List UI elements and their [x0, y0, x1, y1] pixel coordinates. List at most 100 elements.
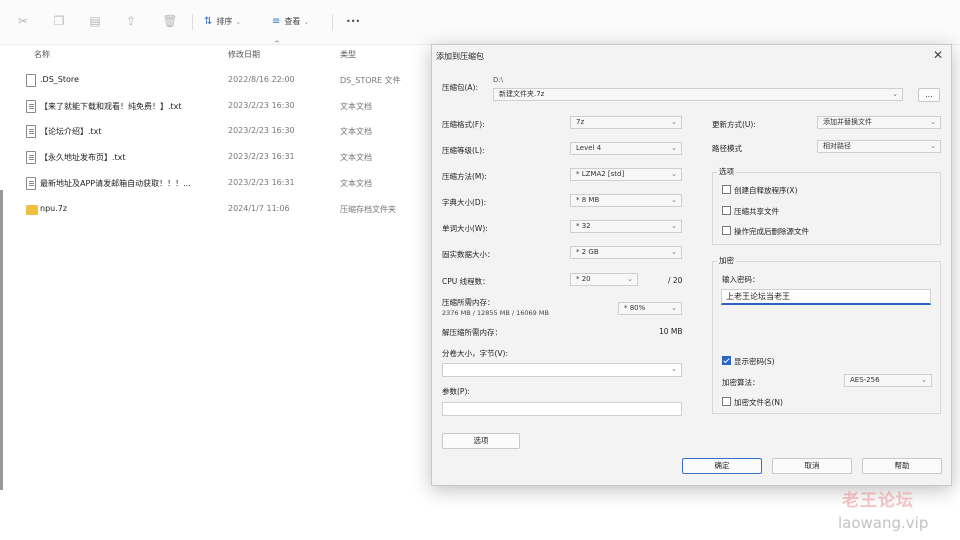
password-input[interactable]: 上老王论坛当老王 — [721, 289, 931, 305]
chevron-down-icon: ⌄ — [671, 304, 677, 312]
file-row[interactable]: 【来了就能下载和观看！纯免费！】.txt 2023/2/23 16:30 文本文档 — [0, 97, 430, 117]
enc-method-select[interactable]: AES-256 ⌄ — [844, 374, 932, 387]
more-button[interactable]: ••• — [346, 14, 360, 30]
sort-ascending-icon: ^ — [274, 40, 280, 48]
split-combo[interactable]: ⌄ — [442, 363, 682, 377]
share-icon[interactable]: ⇪ — [122, 12, 140, 30]
threads-label: CPU 线程数： — [442, 277, 490, 286]
format-select[interactable]: 7z ⌄ — [570, 116, 682, 129]
delete-icon[interactable]: 🗑 — [161, 12, 179, 30]
archive-name-value: 新建文件夹.7z — [499, 90, 545, 98]
show-password-checkbox[interactable] — [722, 356, 731, 365]
file-type: 文本文档 — [340, 153, 372, 162]
file-name: 【论坛介绍】.txt — [40, 127, 102, 136]
txt-icon — [26, 100, 36, 113]
encrypt-names-checkbox[interactable] — [722, 397, 731, 406]
view-button[interactable]: ≡ 查看 ⌄ — [272, 14, 309, 30]
cancel-button[interactable]: 取消 — [772, 458, 852, 474]
shared-checkbox[interactable] — [722, 206, 731, 215]
format-label: 压缩格式(F): — [442, 120, 485, 129]
ok-button[interactable]: 确定 — [682, 458, 762, 474]
mem-label: 压缩所需内存： — [442, 298, 495, 307]
sort-label: 排序 — [216, 17, 233, 26]
chevron-down-icon: ⌄ — [671, 118, 677, 126]
level-select[interactable]: Level 4 ⌄ — [570, 142, 682, 155]
dict-select[interactable]: * 8 MB ⌄ — [570, 194, 682, 207]
watermark-url: laowang.vip — [838, 514, 929, 532]
enc-method-label: 加密算法： — [722, 378, 760, 387]
file-name: npu.7z — [40, 204, 68, 213]
archive-name-combo[interactable]: 新建文件夹.7z ⌄ — [493, 88, 903, 101]
method-select[interactable]: * LZMA2 [std] ⌄ — [570, 168, 682, 181]
txt-icon — [26, 177, 36, 190]
pathmode-value: 相对路径 — [823, 142, 851, 150]
chevron-down-icon: ⌄ — [671, 196, 677, 204]
dict-label: 字典大小(D): — [442, 198, 487, 207]
file-date: 2022/8/16 22:00 — [228, 75, 295, 84]
file-name: 【永久地址发布页】.txt — [40, 153, 126, 162]
column-header-name[interactable]: 名称 — [34, 49, 50, 60]
toolbar-divider — [332, 14, 333, 30]
solid-label: 固实数据大小： — [442, 250, 495, 259]
solid-select[interactable]: * 2 GB ⌄ — [570, 246, 682, 259]
txt-icon — [26, 125, 36, 138]
column-header-date[interactable]: 修改日期 — [228, 49, 260, 60]
method-label: 压缩方法(M): — [442, 172, 487, 181]
file-row[interactable]: 最新地址及APP请发邮箱自动获取！！！... 2023/2/23 16:31 文本文… — [0, 174, 430, 194]
file-type: 压缩存档文件夹 — [340, 205, 396, 214]
sort-button[interactable]: ⇅ 排序 ⌄ — [204, 14, 241, 30]
copy-icon[interactable]: ❐ — [50, 12, 68, 30]
archive-label: 压缩包(A): — [442, 83, 479, 92]
word-select[interactable]: * 32 ⌄ — [570, 220, 682, 233]
chevron-down-icon: ⌄ — [671, 365, 677, 373]
delete-after-label: 操作完成后删除源文件 — [734, 227, 809, 236]
chevron-down-icon: ⌄ — [892, 90, 898, 98]
chevron-down-icon: ⌄ — [671, 170, 677, 178]
pathmode-label: 路径模式 — [712, 144, 742, 153]
file-row[interactable]: 【论坛介绍】.txt 2023/2/23 16:30 文本文档 — [0, 122, 430, 142]
encryption-group-title: 加密 — [717, 255, 736, 266]
threads-select[interactable]: * 20 ⌄ — [570, 273, 638, 286]
split-label: 分卷大小，字节(V): — [442, 349, 509, 358]
view-icon: ≡ — [272, 16, 281, 27]
file-row[interactable]: .DS_Store 2022/8/16 22:00 DS_STORE 文件 — [0, 71, 430, 91]
archive-dir: D:\ — [493, 76, 504, 84]
params-label: 参数(P): — [442, 387, 470, 396]
enc-method-value: AES-256 — [850, 376, 880, 384]
method-value: * LZMA2 [std] — [576, 170, 625, 178]
file-type: 文本文档 — [340, 127, 372, 136]
mem-percent-value: * 80% — [624, 304, 646, 312]
password-label: 输入密码： — [722, 275, 760, 284]
toolbar-divider — [192, 14, 193, 30]
watermark-logo: 老王论坛 — [842, 491, 914, 511]
file-icon — [26, 74, 36, 87]
paste-icon[interactable]: ▤ — [86, 12, 104, 30]
file-type: 文本文档 — [340, 179, 372, 188]
file-type: 文本文档 — [340, 102, 372, 111]
dict-value: * 8 MB — [576, 196, 600, 204]
update-select[interactable]: 添加并替换文件 ⌄ — [817, 116, 941, 129]
options-button[interactable]: 选项 — [442, 433, 520, 449]
delete-after-checkbox[interactable] — [722, 226, 731, 235]
pathmode-select[interactable]: 相对路径 ⌄ — [817, 140, 941, 153]
browse-button[interactable]: ... — [918, 88, 940, 102]
column-header-type[interactable]: 类型 — [340, 49, 356, 60]
params-input[interactable] — [442, 402, 682, 416]
file-row[interactable]: 【永久地址发布页】.txt 2023/2/23 16:31 文本文档 — [0, 148, 430, 168]
solid-value: * 2 GB — [576, 248, 599, 256]
show-password-label: 显示密码(S) — [734, 357, 775, 366]
chevron-down-icon: ⌄ — [235, 18, 242, 26]
help-button[interactable]: 帮助 — [862, 458, 942, 474]
explorer-toolbar: ✂ ❐ ▤ ⇪ 🗑 ⇅ 排序 ⌄ ≡ 查看 ⌄ ••• — [0, 0, 960, 45]
update-value: 添加并替换文件 — [823, 118, 872, 126]
scrollbar[interactable] — [0, 190, 3, 490]
file-name: 【来了就能下载和观看！纯免费！】.txt — [40, 102, 182, 111]
mem-detail: 2376 MB / 12855 MB / 16069 MB — [442, 309, 549, 317]
sfx-checkbox[interactable] — [722, 185, 731, 194]
mem-percent-select[interactable]: * 80% ⌄ — [618, 302, 682, 315]
txt-icon — [26, 151, 36, 164]
file-row[interactable]: npu.7z 2024/1/7 11:06 压缩存档文件夹 — [0, 200, 430, 220]
close-icon[interactable]: ✕ — [933, 48, 943, 62]
cut-icon[interactable]: ✂ — [14, 12, 32, 30]
chevron-down-icon: ⌄ — [921, 376, 927, 384]
